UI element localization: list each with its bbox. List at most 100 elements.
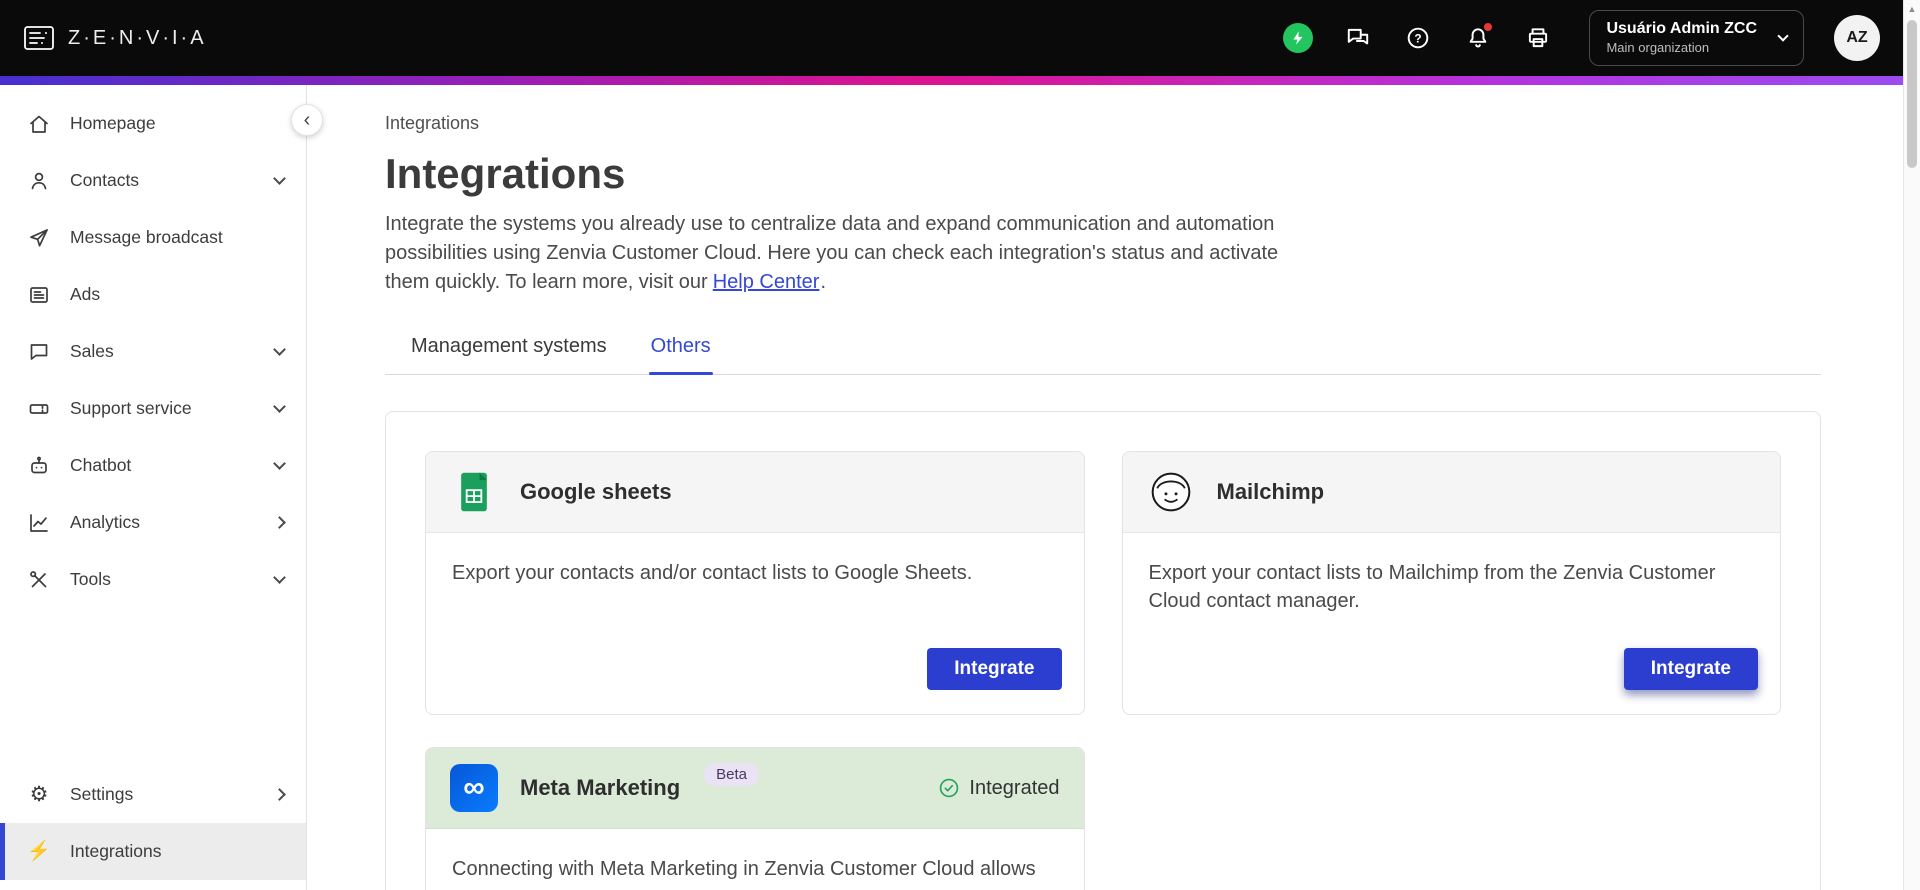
sidebar-item-label: Analytics [70, 512, 141, 532]
beta-badge: Beta [704, 762, 760, 786]
intro-text-end: . [820, 271, 826, 293]
meta-icon: ∞ [450, 764, 498, 812]
home-icon [26, 111, 52, 137]
help-icon[interactable]: ? [1403, 23, 1433, 53]
sidebar-item-sales[interactable]: Sales [0, 323, 306, 380]
sidebar-item-label: Tools [70, 569, 111, 589]
card-header: Mailchimp [1122, 452, 1780, 533]
sidebar-item-contacts[interactable]: Contacts [0, 152, 306, 209]
sidebar-item-settings[interactable]: ⚙ Settings [0, 766, 306, 823]
sidebar-item-label: Ads [70, 284, 101, 304]
analytics-chart-icon [26, 510, 52, 536]
card-title: Meta Marketing [520, 775, 681, 800]
user-name: Usuário Admin ZCC [1606, 20, 1757, 38]
lightning-icon: ⚡ [27, 841, 51, 862]
card-footer: Integrate [1123, 630, 1781, 714]
sidebar-item-integrations[interactable]: ⚡ Integrations [0, 823, 306, 880]
contacts-icon [26, 168, 52, 194]
integrated-status-label: Integrated [969, 776, 1060, 799]
sidebar-item-message-broadcast[interactable]: Message broadcast [0, 209, 306, 266]
integration-card-meta-marketing: ∞ Meta Marketing Beta Integrated Connect… [425, 747, 1085, 890]
tab-bar: Management systems Others [385, 335, 1821, 375]
chat-icon[interactable] [1343, 23, 1373, 53]
page-title: Integrations [385, 150, 626, 197]
tab-others[interactable]: Others [648, 335, 713, 375]
scroll-up-arrow-icon[interactable]: ▲ [1904, 0, 1920, 14]
intro-text: Integrate the systems you already use to… [385, 213, 1279, 293]
card-header: Google sheets [426, 452, 1084, 533]
sidebar-item-ads[interactable]: Ads [0, 266, 306, 323]
sidebar-item-support-service[interactable]: Support service [0, 380, 306, 437]
card-description: Connecting with Meta Marketing in Zenvia… [452, 858, 1036, 890]
integration-cards: Google sheets Export your contacts and/o… [425, 451, 1781, 890]
tab-management-systems[interactable]: Management systems [409, 335, 609, 374]
integrations-panel: Google sheets Export your contacts and/o… [385, 411, 1821, 890]
brand-gradient-bar [0, 76, 1920, 85]
card-description: Export your contacts and/or contact list… [452, 562, 973, 584]
sidebar-item-label: Chatbot [70, 455, 132, 475]
brand-name: Z·E·N·V·I·A [68, 26, 207, 49]
zenvia-logo[interactable]: Z·E·N·V·I·A [22, 21, 207, 55]
user-info: Usuário Admin ZCC Main organization [1606, 19, 1757, 57]
sidebar-item-label: Message broadcast [70, 227, 223, 247]
tools-icon [26, 567, 52, 593]
sidebar-item-tools[interactable]: Tools [0, 551, 306, 608]
organization-selector[interactable]: Usuário Admin ZCC Main organization [1589, 10, 1804, 66]
sidebar-bottom-nav: ⚙ Settings ⚡ Integrations [0, 766, 306, 890]
sidebar: Homepage Contacts Message broadcast Ads … [0, 85, 307, 890]
chevron-down-icon [273, 457, 286, 470]
breadcrumb: Integrations [385, 113, 480, 133]
card-description: Export your contact lists to Mailchimp f… [1148, 562, 1716, 612]
avatar[interactable]: AZ [1834, 15, 1880, 61]
integrate-button[interactable]: Integrate [927, 648, 1062, 690]
sidebar-item-label: Settings [70, 784, 134, 804]
card-header: ∞ Meta Marketing Beta Integrated [426, 748, 1084, 829]
scrollbar-thumb[interactable] [1907, 20, 1917, 168]
gear-icon: ⚙ [29, 783, 49, 806]
printer-icon[interactable] [1523, 23, 1553, 53]
chevron-down-icon [1777, 30, 1789, 42]
chevron-right-icon [273, 788, 286, 801]
page-scrollbar[interactable]: ▲ [1903, 0, 1920, 890]
app-body: ‹ Homepage Contacts Message broadcast Ad… [0, 85, 1920, 890]
integration-card-google-sheets: Google sheets Export your contacts and/o… [425, 451, 1085, 715]
integration-card-mailchimp: Mailchimp Export your contact lists to M… [1121, 451, 1781, 715]
integrate-button[interactable]: Integrate [1623, 648, 1758, 690]
status-lightning-icon[interactable] [1283, 23, 1314, 53]
google-sheets-icon [450, 468, 498, 516]
sidebar-item-label: Support service [70, 398, 192, 418]
main-content: Integrations Integrations Integrate the … [307, 85, 1920, 890]
help-center-link[interactable]: Help Center [713, 271, 820, 293]
sidebar-nav: Homepage Contacts Message broadcast Ads … [0, 95, 306, 608]
notification-badge [1482, 21, 1495, 33]
chevron-down-icon [273, 343, 286, 356]
sidebar-item-label: Homepage [70, 113, 156, 133]
sidebar-item-label: Integrations [70, 841, 162, 861]
sidebar-item-homepage[interactable]: Homepage [0, 95, 306, 152]
chevron-right-icon [273, 516, 286, 529]
integrated-status: Integrated [938, 776, 1060, 800]
chevron-down-icon [273, 400, 286, 413]
sales-icon [26, 339, 52, 365]
chatbot-icon [26, 453, 52, 479]
sidebar-item-analytics[interactable]: Analytics [0, 494, 306, 551]
ticket-icon [26, 396, 52, 422]
svg-text:?: ? [1415, 31, 1422, 45]
notifications-bell-icon[interactable] [1463, 21, 1495, 53]
card-title: Mailchimp [1216, 479, 1325, 504]
bolt-icon [1293, 31, 1303, 45]
topbar: Z·E·N·V·I·A ? Usuário Admin ZCC Main org… [0, 0, 1920, 76]
sidebar-collapse-button[interactable]: ‹ [291, 104, 323, 136]
sidebar-item-chatbot[interactable]: Chatbot [0, 437, 306, 494]
user-organization: Main organization [1606, 39, 1710, 55]
check-circle-icon [940, 778, 959, 798]
topbar-actions: ? Usuário Admin ZCC Main organization AZ [1283, 10, 1880, 66]
sidebar-item-label: Contacts [70, 170, 140, 190]
zenvia-logo-icon [24, 26, 54, 50]
chevron-down-icon [273, 172, 286, 185]
card-footer: Integrate [426, 630, 1084, 714]
mailchimp-icon [1147, 468, 1195, 516]
sidebar-item-label: Sales [70, 341, 114, 361]
chevron-down-icon [273, 571, 286, 584]
ads-icon [26, 282, 52, 308]
